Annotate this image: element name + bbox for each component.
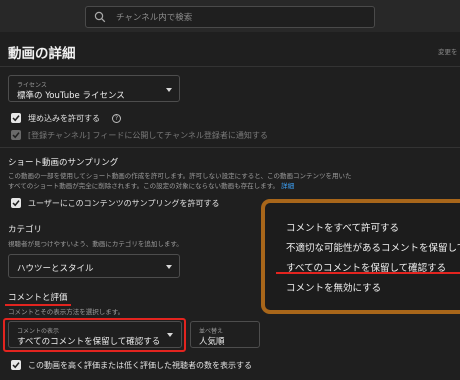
red-annotation-underline: [5, 304, 71, 306]
page-title: 動画の詳細: [8, 46, 76, 62]
channel-search-input[interactable]: チャンネル内で検索: [85, 6, 375, 28]
search-icon: [94, 11, 106, 23]
show-rating-count-checkbox[interactable]: [11, 360, 21, 370]
comment-visibility-dropdown-menu: コメントをすべて許可する 不適切な可能性があるコメントを保留して確 すべてのコメ…: [261, 199, 460, 314]
help-icon[interactable]: ?: [112, 114, 121, 123]
learn-more-link[interactable]: 詳細: [281, 182, 294, 190]
sort-select[interactable]: 並べ替え 人気順: [190, 321, 260, 348]
shorts-sampling-desc-1: この動画の一部を使用してショート動画の作成を許可します。許可しない設定にすると、…: [8, 172, 352, 180]
section-divider: [0, 147, 460, 148]
comment-visibility-label: コメントの表示: [17, 328, 60, 335]
license-label: ライセンス: [17, 82, 47, 89]
publish-to-feed-checkbox: [11, 130, 21, 140]
check-icon: [12, 115, 20, 122]
allow-embedding-label: 埋め込みを許可する: [28, 114, 100, 123]
license-value: 標準の YouTube ライセンス: [17, 91, 125, 101]
shorts-sampling-title: ショート動画のサンプリング: [8, 158, 119, 168]
comment-visibility-value: すべてのコメントを保留して確認する: [17, 337, 161, 347]
check-icon: [12, 132, 20, 139]
sort-label: 並べ替え: [199, 328, 224, 335]
category-select[interactable]: ハウツーとスタイル: [8, 254, 180, 278]
red-annotation-underline: [276, 272, 460, 274]
check-icon: [12, 200, 20, 207]
menu-item-hold-inappropriate[interactable]: 不適切な可能性があるコメントを保留して確: [286, 240, 460, 254]
top-right-link[interactable]: 変更を: [438, 46, 460, 56]
license-select[interactable]: ライセンス 標準の YouTube ライセンス: [8, 75, 180, 102]
header-divider: [0, 66, 460, 67]
menu-item-disable-comments[interactable]: コメントを無効にする: [286, 280, 381, 294]
chevron-down-icon: [166, 265, 172, 269]
comment-visibility-select[interactable]: コメントの表示 すべてのコメントを保留して確認する: [8, 321, 182, 348]
top-bar: チャンネル内で検索: [0, 0, 460, 32]
comments-desc: コメントとその表示方法を選択します。: [8, 308, 125, 316]
show-rating-count-label: この動画を高く評価または低く評価した視聴者の数を表示する: [28, 361, 252, 370]
category-desc: 視聴者が見つけやすいよう、動画にカテゴリを追加します。: [8, 240, 183, 248]
allow-sampling-label: ユーザーにこのコンテンツのサンプリングを許可する: [28, 199, 220, 208]
allow-sampling-checkbox[interactable]: [11, 198, 21, 208]
chevron-down-icon: [167, 333, 173, 337]
category-title: カテゴリ: [8, 225, 43, 235]
search-placeholder: チャンネル内で検索: [116, 13, 193, 23]
chevron-down-icon: [166, 88, 172, 92]
category-value: ハウツーとスタイル: [17, 264, 94, 274]
comments-ratings-title: コメントと評価: [8, 293, 68, 303]
shorts-sampling-desc-2: すべてのショート動画が完全に削除されます。この設定の対象にならない動画も存在しま…: [8, 182, 279, 190]
menu-item-allow-all[interactable]: コメントをすべて許可する: [286, 220, 399, 234]
sort-value: 人気順: [199, 337, 225, 347]
check-icon: [12, 362, 20, 369]
allow-embedding-checkbox[interactable]: [11, 113, 21, 123]
publish-to-feed-label: [登録チャンネル] フィードに公開してチャンネル登録者に通知する: [28, 131, 268, 140]
